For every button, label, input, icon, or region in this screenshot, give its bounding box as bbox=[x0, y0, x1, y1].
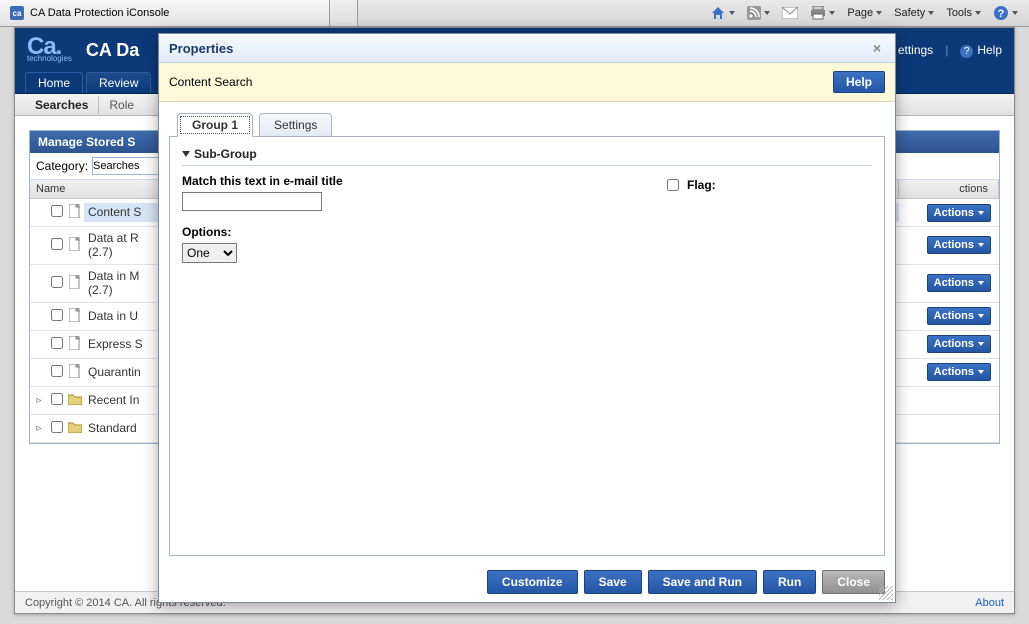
dialog-body: Group 1 Settings Sub-Group Match this te… bbox=[159, 102, 895, 562]
close-button[interactable]: Close bbox=[822, 570, 885, 594]
save-button[interactable]: Save bbox=[584, 570, 642, 594]
options-label: Options: bbox=[182, 225, 507, 239]
customize-button[interactable]: Customize bbox=[487, 570, 578, 594]
properties-dialog: Properties × Content Search Help Group 1… bbox=[158, 33, 896, 603]
save-and-run-button[interactable]: Save and Run bbox=[648, 570, 757, 594]
chevron-down-icon bbox=[182, 151, 190, 157]
close-icon[interactable]: × bbox=[869, 40, 885, 56]
dialog-titlebar: Properties × bbox=[159, 34, 895, 63]
dialog-subheader: Content Search Help bbox=[159, 63, 895, 102]
modal-backdrop: Properties × Content Search Help Group 1… bbox=[0, 0, 1029, 624]
options-select[interactable]: One bbox=[182, 243, 237, 263]
match-input[interactable] bbox=[182, 192, 322, 211]
flag-label: Flag: bbox=[687, 178, 716, 192]
dialog-title: Properties bbox=[169, 41, 233, 56]
resize-grip[interactable] bbox=[879, 586, 893, 600]
tabstrip: Group 1 Settings bbox=[169, 112, 885, 136]
tab-panel: Sub-Group Match this text in e-mail titl… bbox=[169, 136, 885, 556]
flag-checkbox[interactable] bbox=[667, 179, 679, 191]
subgroup-header[interactable]: Sub-Group bbox=[182, 147, 872, 166]
match-label: Match this text in e-mail title bbox=[182, 174, 507, 188]
tab-settings[interactable]: Settings bbox=[259, 113, 332, 137]
run-button[interactable]: Run bbox=[763, 570, 816, 594]
dialog-footer: Customize Save Save and Run Run Close bbox=[159, 562, 895, 602]
help-button[interactable]: Help bbox=[833, 71, 885, 93]
tab-group1[interactable]: Group 1 bbox=[177, 113, 253, 137]
dialog-subtitle: Content Search bbox=[169, 75, 252, 89]
